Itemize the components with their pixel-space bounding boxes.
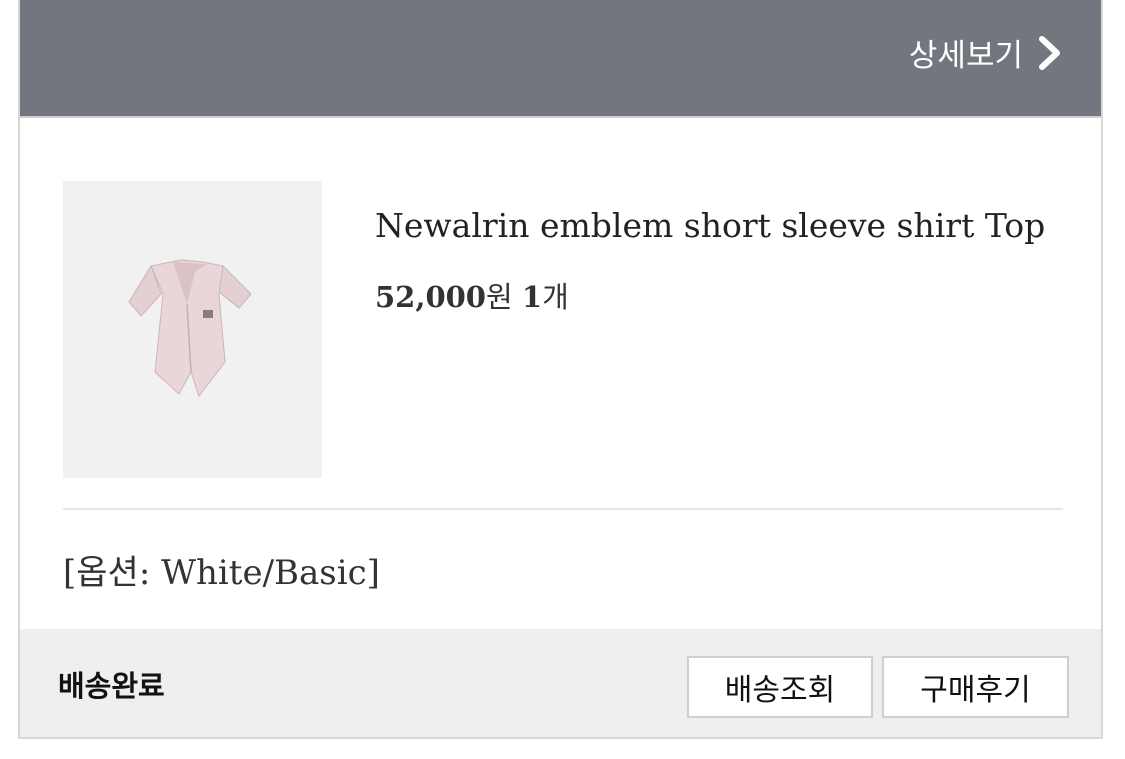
product-option: [옵션: White/Basic]	[63, 553, 380, 593]
view-details-label: 상세보기	[908, 38, 1023, 74]
currency-unit: 원	[486, 280, 513, 314]
product-quantity: 1	[521, 280, 543, 314]
product-name[interactable]: Newalrin emblem short sleeve shirt Top	[375, 206, 1045, 245]
price-quantity: 52,000원 1개	[375, 274, 569, 316]
track-delivery-button[interactable]: 배송조회	[687, 656, 873, 718]
card-header: 상세보기	[20, 0, 1101, 118]
chevron-right-icon	[1039, 35, 1060, 70]
quantity-unit: 개	[542, 280, 569, 314]
order-footer: 배송완료 배송조회 구매후기	[20, 629, 1101, 737]
product-thumbnail[interactable]	[63, 181, 322, 478]
view-details-link[interactable]: 상세보기	[909, 30, 1063, 75]
divider	[63, 508, 1063, 510]
product-price: 52,000	[375, 280, 486, 314]
delivery-status: 배송완료	[58, 669, 165, 703]
order-item-card: 상세보기 Newalrin emblem short sleeve shirt …	[18, 0, 1103, 739]
write-review-button[interactable]: 구매후기	[882, 656, 1069, 718]
pink-short-sleeve-shirt-image	[128, 259, 252, 398]
